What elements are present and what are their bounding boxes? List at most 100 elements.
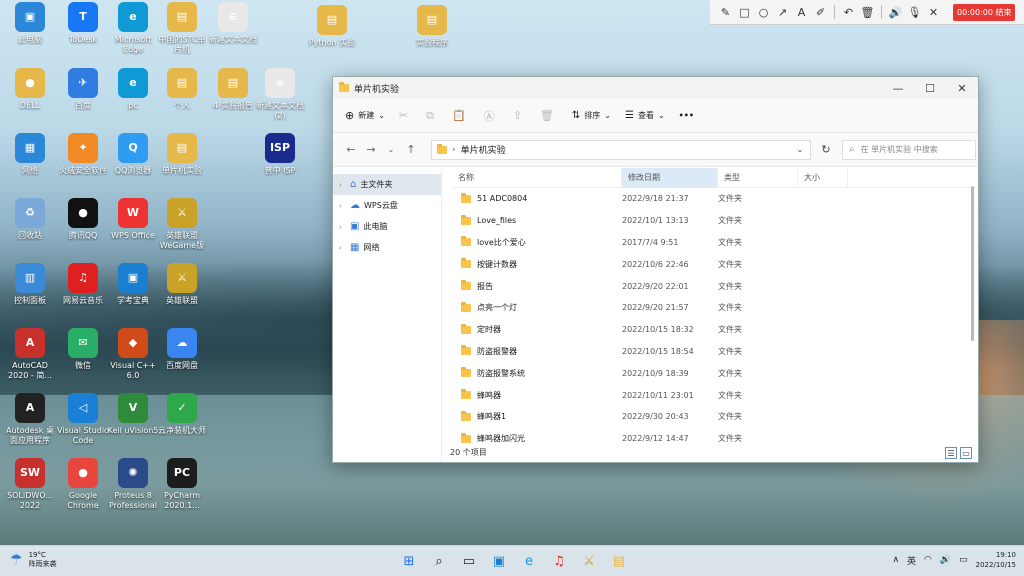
start-icon[interactable]: ⊞ — [398, 550, 420, 572]
store-icon[interactable]: ▣ — [488, 550, 510, 572]
cut-icon[interactable]: ✂ — [399, 109, 408, 122]
desktop-icon[interactable]: A AutoCAD 2020 - 简... — [3, 328, 57, 381]
volume-icon[interactable]: 🔊 — [940, 555, 951, 565]
clock[interactable]: 19:10 2022/10/15 — [976, 550, 1016, 570]
desktop-icon[interactable]: ✦ 火绒安全软件 — [56, 133, 110, 176]
speaker-icon[interactable]: 🔊 — [886, 3, 905, 22]
close-button[interactable]: ✕ — [946, 77, 978, 99]
address-bar[interactable]: › 单片机实验 ⌄ — [431, 139, 811, 160]
view-button[interactable]: ☰ 查看 ⌄ — [625, 110, 665, 121]
desktop-icon[interactable]: ♫ 网易云音乐 — [56, 263, 110, 306]
rectangle-icon[interactable]: □ — [735, 3, 754, 22]
desktop-icon[interactable]: Q QQ浏览器 — [106, 133, 160, 176]
tray-chevron-icon[interactable]: ∧ — [892, 555, 899, 565]
sidebar-item[interactable]: › ☁ WPS云盘 — [333, 195, 441, 216]
paste-icon[interactable]: 📋 — [452, 109, 466, 122]
ime-indicator[interactable]: 英 — [907, 554, 916, 567]
close-icon[interactable]: ✕ — [924, 3, 943, 22]
new-button[interactable]: ⊕ 新建 ⌄ — [345, 109, 385, 122]
desktop-icon[interactable]: ◆ Visual C++ 6.0 — [106, 328, 160, 381]
trash-icon[interactable]: 🗑 — [858, 3, 877, 22]
weather-widget[interactable]: ☂ 19°C 阵雨来袭 — [10, 551, 57, 569]
undo-icon[interactable]: ↶ — [839, 3, 858, 22]
desktop-icon[interactable]: e Microsoft Edge — [106, 2, 160, 55]
expand-icon[interactable]: › — [339, 244, 346, 252]
expand-icon[interactable]: › — [339, 181, 346, 189]
search-box[interactable]: ⌕ 在 单片机实验 中搜索 — [842, 139, 976, 160]
recent-chevron-icon[interactable]: ⌄ — [381, 145, 401, 154]
record-stop-button[interactable]: 00:00:00 结束 — [953, 3, 1016, 21]
chevron-down-icon[interactable]: ⌄ — [790, 145, 810, 154]
refresh-icon[interactable]: ↻ — [818, 143, 834, 156]
tiles-view-icon[interactable]: ▭ — [960, 447, 972, 459]
column-size[interactable]: 大小 — [798, 167, 848, 188]
desktop-icon[interactable]: ◁ Visual Studio Code — [56, 393, 110, 446]
sort-button[interactable]: ⇅ 排序 ⌄ — [572, 110, 611, 121]
file-explorer-icon[interactable]: ▤ — [608, 550, 630, 572]
sidebar-item[interactable]: › ⌂ 主文件夹 — [333, 174, 441, 195]
edge-icon[interactable]: e — [518, 550, 540, 572]
desktop-icon[interactable]: e pc — [106, 68, 160, 111]
text-icon[interactable]: A — [792, 3, 811, 22]
table-row[interactable]: 防盗报警器 2022/10/15 18:54 文件夹 — [452, 341, 978, 363]
back-icon[interactable]: ← — [341, 143, 361, 156]
desktop-icon[interactable]: ▤ 4-实验报告 — [206, 68, 260, 111]
desktop-icon[interactable]: ☁ 百度网盘 — [155, 328, 209, 371]
desktop-icon[interactable]: SW SOLIDWO... 2022 — [3, 458, 57, 511]
expand-icon[interactable]: › — [339, 223, 346, 231]
battery-icon[interactable]: ▭ — [959, 555, 968, 565]
table-row[interactable]: Love_files 2022/10/1 13:13 文件夹 — [452, 210, 978, 232]
desktop-icon[interactable]: ▣ 此电脑 — [3, 2, 57, 45]
desktop-icon[interactable]: ✉ 微信 — [56, 328, 110, 371]
desktop-icon[interactable]: ♻ 回收站 — [3, 198, 57, 241]
up-icon[interactable]: ↑ — [401, 143, 421, 156]
desktop-icon[interactable]: ≡ 新建文本文档 (2) — [253, 68, 307, 121]
desktop-icon[interactable]: T ToDesk — [56, 2, 110, 45]
desktop-icon[interactable]: ▤ Python 实验 — [305, 5, 359, 48]
table-row[interactable]: 蜂鸣器1 2022/9/30 20:43 文件夹 — [452, 406, 978, 428]
desktop-icon[interactable]: ⚔ 英雄联盟 — [155, 263, 209, 306]
more-button[interactable]: ••• — [679, 111, 694, 120]
arrow-icon[interactable]: ↗ — [773, 3, 792, 22]
desktop-icon[interactable]: ▦ 网络 — [3, 133, 57, 176]
desktop-icon[interactable]: ▣ 学考宝典 — [106, 263, 160, 306]
table-row[interactable]: 按键计数器 2022/10/6 22:46 文件夹 — [452, 253, 978, 275]
maximize-button[interactable]: ☐ — [914, 77, 946, 99]
sidebar-item[interactable]: › ▣ 此电脑 — [333, 216, 441, 237]
desktop-icon[interactable]: ● DELL — [3, 68, 57, 111]
circle-icon[interactable]: ○ — [754, 3, 773, 22]
table-row[interactable]: 点亮一个灯 2022/9/20 21:57 文件夹 — [452, 297, 978, 319]
forward-icon[interactable]: → — [361, 143, 381, 156]
table-row[interactable]: 防盗报警系统 2022/10/9 18:39 文件夹 — [452, 362, 978, 384]
delete-icon[interactable]: 🗑 — [540, 109, 554, 122]
copy-icon[interactable]: ⧉ — [426, 109, 434, 123]
taskview-icon[interactable]: ▭ — [458, 550, 480, 572]
desktop-icon[interactable]: ▤ 单片机实验 — [155, 133, 209, 176]
pencil-icon[interactable]: ✎ — [716, 3, 735, 22]
desktop-icon[interactable]: ▤ 个人 — [155, 68, 209, 111]
desktop-icon[interactable]: V Keil uVision5 — [106, 393, 160, 436]
desktop-icon[interactable]: ▤ 实验程序 — [405, 5, 459, 48]
desktop-icon[interactable]: ✈ 百度 — [56, 68, 110, 111]
search-icon[interactable]: ⌕ — [428, 550, 450, 572]
table-row[interactable]: 定时器 2022/10/15 18:32 文件夹 — [452, 319, 978, 341]
highlighter-icon[interactable]: ✐ — [811, 3, 830, 22]
table-row[interactable]: 报告 2022/9/20 22:01 文件夹 — [452, 275, 978, 297]
column-type[interactable]: 类型 — [718, 167, 798, 188]
table-row[interactable]: love比个爱心 2017/7/4 9:51 文件夹 — [452, 232, 978, 254]
table-row[interactable]: 蜂鸣器加闪光 2022/9/12 14:47 文件夹 — [452, 428, 978, 450]
desktop-icon[interactable]: ✓ 云净装机大师 — [155, 393, 209, 436]
league-icon[interactable]: ⚔ — [578, 550, 600, 572]
desktop-icon[interactable]: ISP 普中 ISP — [253, 133, 307, 176]
sidebar-item[interactable]: › ▦ 网络 — [333, 237, 441, 258]
desktop-icon[interactable]: ≡ 新建文本文档 — [206, 2, 260, 45]
microphone-icon[interactable]: 🎙 — [905, 3, 924, 22]
desktop-icon[interactable]: W WPS Office — [106, 198, 160, 241]
table-row[interactable]: 51 ADC0804 2022/9/18 21:37 文件夹 — [452, 188, 978, 210]
desktop-icon[interactable]: ● Google Chrome — [56, 458, 110, 511]
desktop-icon[interactable]: ▤ 中国的STC单片机 — [155, 2, 209, 55]
column-date[interactable]: 修改日期 — [622, 167, 718, 188]
table-row[interactable]: 蜂鸣器 2022/10/11 23:01 文件夹 — [452, 384, 978, 406]
breadcrumb[interactable]: 单片机实验 — [461, 143, 506, 156]
minimize-button[interactable]: — — [882, 77, 914, 99]
